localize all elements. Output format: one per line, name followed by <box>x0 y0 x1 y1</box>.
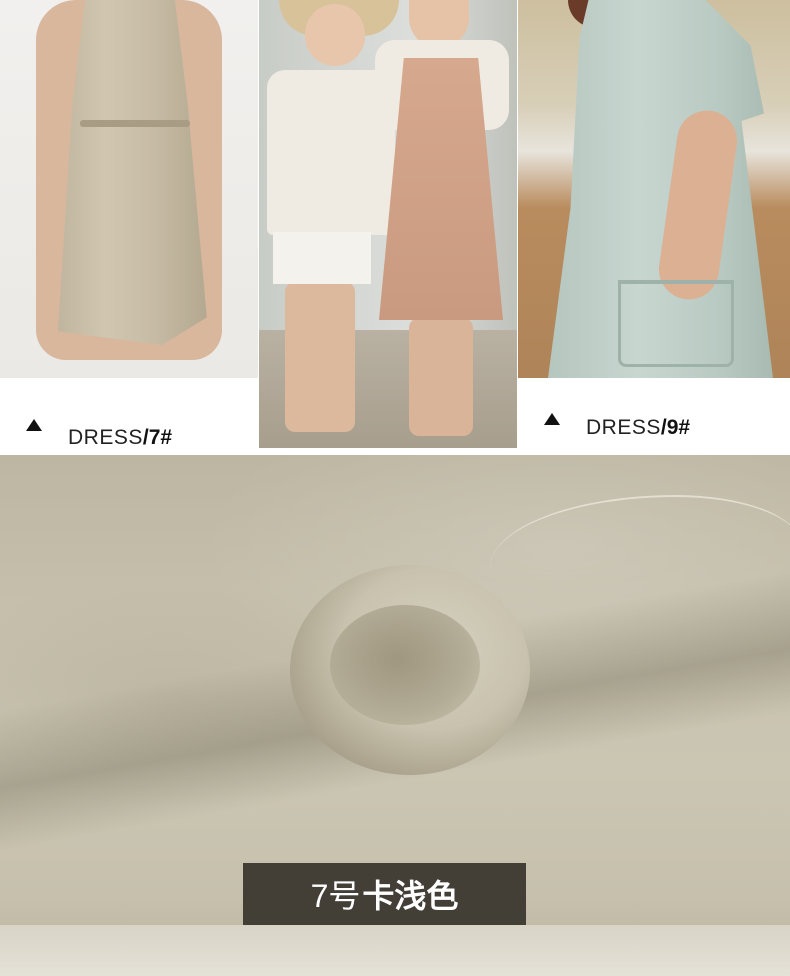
caption-label: DRESS <box>68 426 143 449</box>
dress-9-photo <box>518 0 790 378</box>
dress-7-photo <box>0 0 258 378</box>
caption-number: /7# <box>142 426 173 449</box>
dress-9-caption: DRESS /9# <box>544 398 690 440</box>
caption-label: DRESS <box>586 416 661 439</box>
fabric-fold-inner <box>330 605 480 725</box>
color-name: 卡浅色 <box>362 878 459 914</box>
fabric-edge <box>490 495 790 617</box>
dress-9-panel: DRESS /9# <box>518 0 790 452</box>
triangle-up-icon <box>26 419 42 431</box>
child-legs <box>285 282 355 432</box>
triangle-up-icon <box>544 413 560 425</box>
child-legs <box>409 318 473 436</box>
child-head <box>305 4 365 66</box>
dress-7-caption: DRESS /7# <box>26 400 172 450</box>
color-label-badge: 7号 卡浅色 <box>243 863 526 925</box>
kids-outfit-panel <box>259 0 517 448</box>
next-swatch-strip <box>0 925 790 976</box>
color-code: 7号 <box>310 878 361 914</box>
linen-shorts <box>273 232 371 284</box>
product-photo-row: DRESS /7# DRESS /9# <box>0 0 790 452</box>
caption-number: /9# <box>660 416 691 439</box>
dress-7-panel: DRESS /7# <box>0 0 258 452</box>
dress-belt <box>80 120 190 127</box>
fabric-swatch-photo: 7号 卡浅色 <box>0 455 790 976</box>
dress-pocket <box>618 280 734 367</box>
